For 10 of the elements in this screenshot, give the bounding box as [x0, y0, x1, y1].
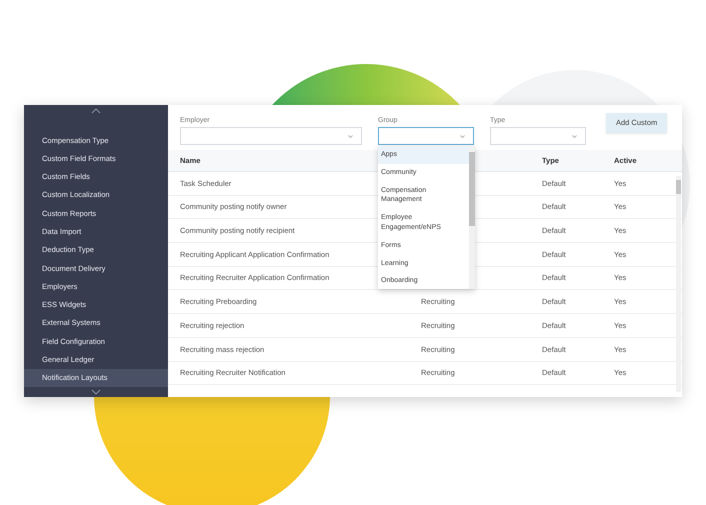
select-field[interactable] — [490, 127, 586, 145]
chevron-up-icon[interactable] — [91, 108, 101, 114]
caret-icon — [572, 134, 577, 138]
caret-icon — [460, 134, 465, 138]
scrollbar[interactable] — [676, 176, 681, 392]
chevron-down-icon[interactable] — [91, 389, 101, 395]
select-field[interactable] — [378, 127, 474, 145]
scrollbar[interactable] — [469, 146, 475, 289]
caret-icon — [348, 134, 353, 138]
select-field[interactable] — [180, 127, 362, 145]
